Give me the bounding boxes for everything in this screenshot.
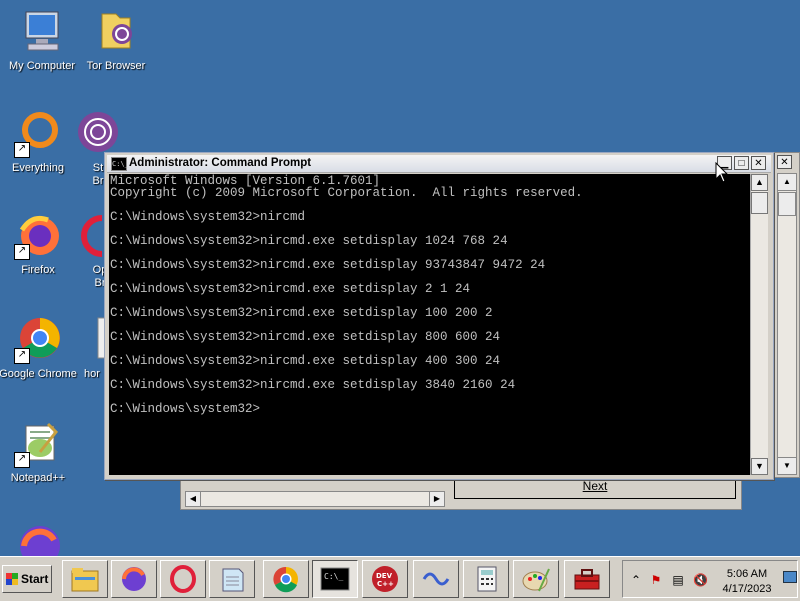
- console-line: Copyright (c) 2009 Microsoft Corporation…: [110, 186, 583, 200]
- start-label: Start: [21, 572, 49, 586]
- desktop-icon-label: Notepad++: [10, 472, 66, 484]
- desktop-icon-label: Tor Browser: [86, 60, 146, 72]
- file-icon: [86, 316, 107, 364]
- scroll-left-button[interactable]: ◀: [186, 492, 201, 506]
- taskbar-notepad[interactable]: [209, 560, 255, 598]
- window-title: Administrator: Command Prompt: [129, 157, 312, 169]
- show-hidden-icons-chevron-icon[interactable]: ⌃: [629, 573, 643, 587]
- taskbar-firefox-nightly[interactable]: [111, 560, 157, 598]
- file-explorer-icon: [71, 568, 99, 592]
- next-button-label: Next: [582, 479, 608, 493]
- scroll-down-button[interactable]: ▼: [778, 457, 796, 474]
- console-line: C:\Windows\system32>nircmd.exe setdispla…: [110, 330, 501, 344]
- folder-icon: [92, 8, 140, 56]
- notepad-icon: [222, 568, 244, 592]
- taskbar-calculator[interactable]: [463, 560, 509, 598]
- everything-icon: ↗: [14, 110, 62, 158]
- computer-icon: [18, 8, 66, 56]
- desktop-icon-notepad-plus-plus[interactable]: ↗ Notepad++: [0, 420, 80, 484]
- desktop-icon-label: Everything: [12, 162, 64, 174]
- scroll-thumb[interactable]: [778, 192, 796, 216]
- shortcut-arrow-icon: ↗: [14, 244, 30, 260]
- console-line: C:\Windows\system32>nircmd.exe setdispla…: [110, 354, 501, 368]
- taskbar-opera[interactable]: [160, 560, 206, 598]
- start-button[interactable]: Start: [2, 565, 52, 593]
- desktop-icon-everything[interactable]: ↗ Everything: [0, 110, 80, 174]
- taskbar-command-prompt[interactable]: C:\_: [312, 560, 358, 598]
- console-output[interactable]: Microsoft Windows [Version 6.1.7601] Copy…: [109, 174, 750, 475]
- paint-icon: [522, 568, 550, 592]
- chrome-icon: ↗: [14, 316, 62, 364]
- taskbar-chrome[interactable]: [263, 560, 309, 598]
- desktop-icon-my-computer[interactable]: My Computer: [0, 8, 84, 72]
- taskbar: Start C:\_ DEVC++ ⌃ ⚑ ▤ 🔇 5:06 AM 4/17/: [0, 556, 800, 601]
- command-prompt-window[interactable]: C:\_ Administrator: Command Prompt ▁ □ ✕…: [104, 152, 774, 480]
- desktop-icon-google-chrome[interactable]: ↗ Google Chrome: [0, 316, 80, 380]
- console-line: C:\Windows\system32>nircmd: [110, 210, 306, 224]
- firefox-nightly-icon: [122, 567, 146, 591]
- volume-muted-icon[interactable]: 🔇: [693, 573, 708, 587]
- opera-icon: [170, 565, 196, 593]
- console-line: C:\Windows\system32>nircmd.exe setdispla…: [110, 306, 493, 320]
- console-icon: C:\_: [111, 157, 129, 171]
- clock-time: 5:06 AM: [726, 568, 768, 580]
- maximize-button[interactable]: □: [734, 156, 749, 170]
- close-button[interactable]: ✕: [751, 156, 766, 170]
- toolbox-icon: [574, 569, 600, 590]
- title-bar[interactable]: C:\_ Administrator: Command Prompt ▁ □ ✕: [107, 155, 771, 173]
- taskbar-visual-studio[interactable]: [413, 560, 459, 598]
- shortcut-arrow-icon: ↗: [14, 452, 30, 468]
- taskbar-dev-cpp[interactable]: DEV C++: [362, 560, 408, 598]
- console-line: C:\Windows\system32>nircmd.exe setdispla…: [110, 282, 471, 296]
- clock[interactable]: 5:06 AM 4/17/2023: [717, 567, 777, 597]
- desktop-icon-label: Google Chrome: [0, 368, 77, 380]
- svg-text:C:\_: C:\_: [324, 572, 343, 581]
- scroll-right-button[interactable]: ▶: [429, 492, 444, 506]
- scroll-up-button[interactable]: ▲: [778, 174, 796, 191]
- taskbar-file-explorer[interactable]: [62, 560, 108, 598]
- system-tray: ⌃ ⚑ ▤ 🔇 5:06 AM 4/17/2023: [622, 560, 798, 598]
- next-button[interactable]: Next: [454, 477, 736, 499]
- shortcut-arrow-icon: ↗: [14, 142, 30, 158]
- mouse-cursor-icon: [715, 162, 729, 183]
- dev-cpp-icon: DEVC++: [372, 566, 398, 592]
- scroll-thumb[interactable]: [751, 192, 768, 214]
- command-prompt-icon: C:\_: [320, 567, 350, 591]
- tor-icon: [74, 110, 122, 158]
- show-desktop-icon[interactable]: [783, 571, 797, 583]
- action-center-flag-icon[interactable]: ⚑: [649, 573, 663, 587]
- chrome-icon: [273, 566, 298, 593]
- scroll-up-button[interactable]: ▲: [751, 174, 768, 191]
- console-line: C:\Windows\system32>: [110, 402, 261, 416]
- console-line: C:\Windows\system32>nircmd.exe setdispla…: [110, 378, 516, 392]
- scroll-down-button[interactable]: ▼: [751, 458, 768, 475]
- close-button[interactable]: ✕: [777, 155, 792, 169]
- console-line: C:\Windows\system32>nircmd.exe setdispla…: [110, 234, 508, 248]
- horizontal-scrollbar[interactable]: ◀ ▶: [185, 491, 445, 507]
- clock-date: 4/17/2023: [722, 583, 772, 595]
- svg-text:DEV: DEV: [376, 572, 393, 580]
- vertical-scrollbar[interactable]: ▲ ▼: [750, 174, 768, 475]
- desktop-icon-firefox[interactable]: ↗ Firefox: [0, 212, 80, 276]
- network-icon[interactable]: ▤: [671, 573, 685, 587]
- windows-logo-icon-lower: [6, 579, 18, 585]
- console-line: C:\Windows\system32>nircmd.exe setdispla…: [110, 258, 546, 272]
- desktop-icon-label: Firefox: [21, 264, 55, 276]
- svg-text:C++: C++: [377, 580, 394, 588]
- taskbar-paint[interactable]: [513, 560, 559, 598]
- vertical-scrollbar[interactable]: ▲ ▼: [777, 173, 797, 475]
- notepad-plus-plus-icon: ↗: [14, 420, 62, 468]
- taskbar-toolbox[interactable]: [564, 560, 610, 598]
- shortcut-arrow-icon: ↗: [14, 348, 30, 364]
- desktop-icon-label: My Computer: [8, 60, 76, 72]
- visual-studio-icon: [422, 572, 450, 586]
- firefox-icon: ↗: [14, 212, 62, 260]
- calculator-icon: [477, 566, 497, 592]
- desktop-icon-tor-browser[interactable]: Tor Browser: [74, 8, 158, 72]
